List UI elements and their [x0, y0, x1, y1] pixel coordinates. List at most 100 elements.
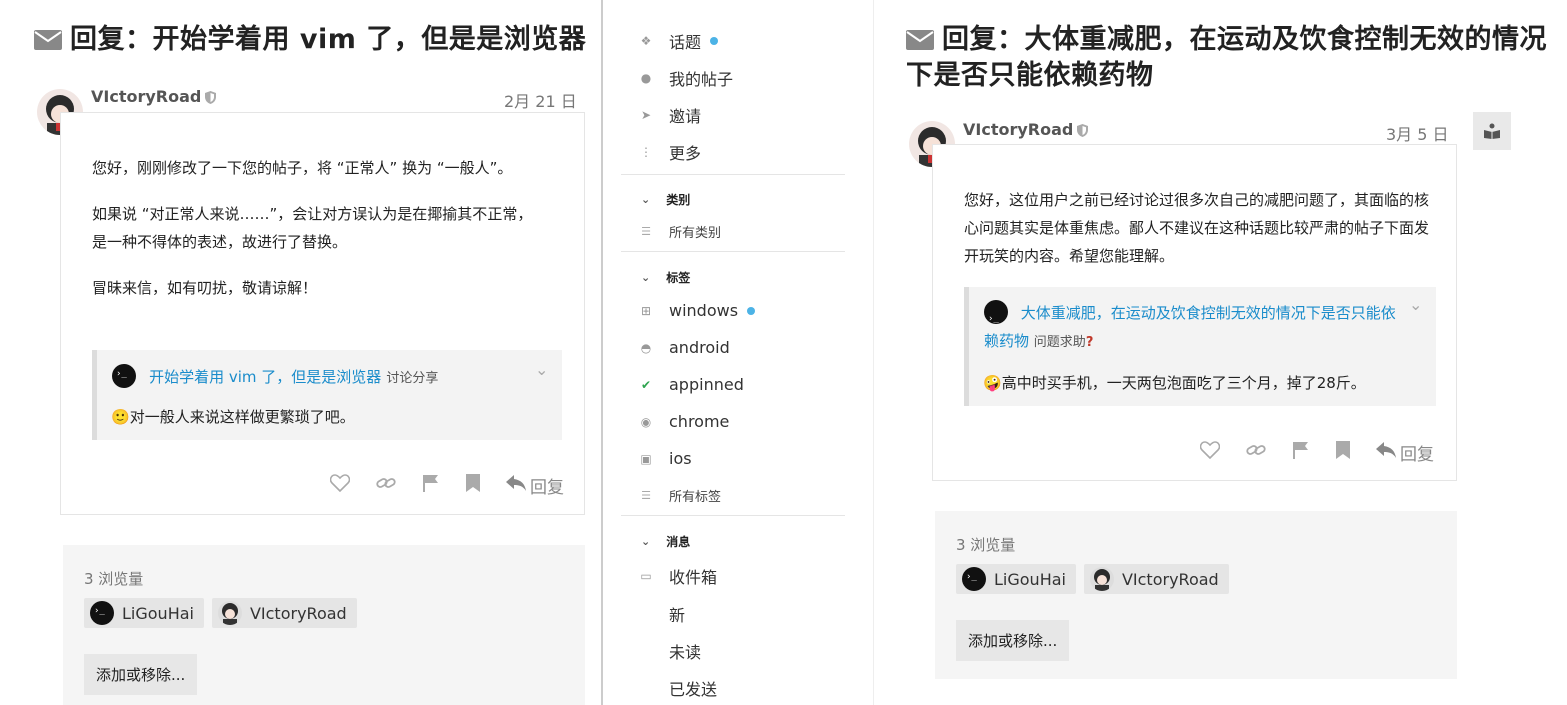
- quote-text: 🤪高中时买手机，一天两包泡面吃了三个月，掉了28斤。: [983, 374, 1366, 392]
- heart-icon[interactable]: [329, 474, 351, 497]
- shield-icon: [1077, 122, 1089, 141]
- section-header-tags[interactable]: ⌄ 标签: [641, 269, 690, 286]
- user-icon: ●: [640, 71, 652, 85]
- participant-chip[interactable]: VIctoryRoad: [211, 598, 357, 628]
- sidebar-item-all-tags[interactable]: ☰ 所有标签: [639, 486, 721, 505]
- envelope-icon: [906, 25, 934, 59]
- avatar: [1089, 567, 1114, 591]
- quote-category[interactable]: 问题求助?: [1034, 335, 1094, 350]
- sidebar-item-tag-windows[interactable]: ⊞ windows: [639, 301, 756, 320]
- view-count: 3 浏览量: [84, 570, 144, 588]
- post-stats-panel: 3 浏览量 LiGouHai VIctoryRoad 添加或移除...: [935, 511, 1457, 679]
- bookmark-icon[interactable]: [1336, 441, 1350, 464]
- sidebar-item-tag-appinned[interactable]: ✔ appinned: [639, 375, 744, 394]
- list-icon: ☰: [641, 489, 651, 502]
- inbox-icon: ▭: [640, 569, 652, 583]
- quote-text: 🙂对一般人来说这样做更繁琐了吧。: [111, 408, 355, 426]
- sidebar-item-more[interactable]: ⋮ 更多: [639, 140, 701, 164]
- right-title: 回复：大体重减肥，在运动及饮食控制无效的情况 下是否只能依赖药物: [906, 24, 1547, 91]
- heart-icon[interactable]: [1199, 441, 1221, 464]
- username[interactable]: VIctoryRoad: [91, 87, 217, 108]
- participant-chip[interactable]: LiGouHai: [956, 564, 1076, 594]
- paragraph: 冒昧来信，如有叨扰，敬请谅解！: [92, 279, 318, 297]
- quote-category[interactable]: 讨论分享: [386, 371, 438, 386]
- sidebar-item-inbox[interactable]: ▭ 收件箱: [639, 564, 717, 588]
- sidebar: ❖ 话题 ● 我的帖子 ➤ 邀请 ⋮ 更多 ⌄ 类别 ☰ 所有类别 ⌄ 标签 ⊞ windows…: [601, 0, 874, 705]
- sidebar-item-topics[interactable]: ❖ 话题: [639, 29, 719, 53]
- reply-icon: [506, 475, 526, 496]
- unread-dot: [747, 306, 756, 315]
- post-actions: 回复: [329, 473, 564, 498]
- link-icon[interactable]: [376, 475, 396, 496]
- avatar: [217, 601, 242, 625]
- post-body: 您好，刚刚修改了一下您的帖子，将 “正常人” 换为 “一般人”。 如果说 “对正…: [92, 154, 542, 320]
- post-card: 您好，这位用户之前已经讨论过很多次自己的减肥问题了，其面临的核心问题其实是体重焦…: [932, 144, 1457, 481]
- sidebar-item-invite[interactable]: ➤ 邀请: [639, 103, 701, 127]
- layers-icon: ❖: [640, 34, 652, 48]
- divider: [621, 515, 845, 516]
- quote-block: 开始学着用 vim 了，但是是浏览器 讨论分享 ⌄ 🙂对一般人来说这样做更繁琐了…: [92, 350, 562, 440]
- participant-list: LiGouHai VIctoryRoad: [956, 564, 1229, 594]
- send-icon: ➤: [640, 108, 652, 122]
- quote-avatar[interactable]: [112, 364, 136, 388]
- post-date[interactable]: 3月 5 日: [1386, 121, 1449, 145]
- reply-icon: [1376, 442, 1396, 463]
- bookmark-icon[interactable]: [466, 474, 480, 497]
- divider: [621, 251, 845, 252]
- paragraph: 如果说 “对正常人来说……”，会让对方误认为是在揶揄其不正常，是一种不得体的表述…: [92, 205, 533, 251]
- sidebar-item-my-posts[interactable]: ● 我的帖子: [639, 66, 733, 90]
- post-date[interactable]: 2月 21 日: [504, 88, 577, 112]
- chevron-down-icon: ⌄: [641, 193, 651, 206]
- sidebar-item-tag-chrome[interactable]: ◉ chrome: [639, 412, 730, 431]
- left-title: 回复：开始学着用 vim 了，但是是浏览器: [34, 23, 586, 59]
- sidebar-item-tag-ios[interactable]: ▣ ios: [639, 449, 691, 468]
- add-remove-button[interactable]: 添加或移除...: [84, 654, 198, 695]
- username[interactable]: VIctoryRoad: [963, 120, 1089, 141]
- sidebar-item-unread[interactable]: 未读: [669, 639, 701, 663]
- chrome-icon: ◉: [640, 414, 652, 429]
- sidebar-item-sent[interactable]: 已发送: [669, 676, 717, 700]
- flag-icon[interactable]: [1292, 441, 1310, 464]
- emoji-icon: 🙂: [111, 408, 130, 426]
- question-icon: ?: [1085, 335, 1094, 350]
- sidebar-item-tag-android[interactable]: ◓ android: [639, 338, 730, 357]
- sidebar-item-new[interactable]: 新: [669, 602, 685, 626]
- book-icon[interactable]: [1473, 112, 1511, 150]
- section-header-categories[interactable]: ⌄ 类别: [641, 191, 690, 208]
- post-card: 您好，刚刚修改了一下您的帖子，将 “正常人” 换为 “一般人”。 如果说 “对正…: [60, 112, 585, 515]
- paragraph: 您好，刚刚修改了一下您的帖子，将 “正常人” 换为 “一般人”。: [92, 159, 513, 177]
- avatar: [90, 601, 114, 625]
- add-remove-button[interactable]: 添加或移除...: [956, 620, 1070, 661]
- chevron-down-icon[interactable]: ⌄: [535, 360, 548, 379]
- reply-button[interactable]: 回复: [1376, 440, 1434, 465]
- quote-block: 大体重减肥，在运动及饮食控制无效的情况下是否只能依赖药物 问题求助? ⌄ 🤪高中…: [964, 287, 1436, 406]
- post-body: 您好，这位用户之前已经讨论过很多次自己的减肥问题了，其面临的核心问题其实是体重焦…: [964, 191, 1430, 265]
- sidebar-item-all-categories[interactable]: ☰ 所有类别: [639, 222, 721, 241]
- quote-title-link[interactable]: 开始学着用 vim 了，但是是浏览器: [149, 368, 381, 386]
- quote-avatar[interactable]: [984, 300, 1008, 333]
- flag-icon[interactable]: [422, 474, 440, 497]
- participant-chip[interactable]: VIctoryRoad: [1083, 564, 1229, 594]
- chevron-down-icon: ⌄: [641, 271, 651, 284]
- view-count: 3 浏览量: [956, 536, 1016, 554]
- post-stats-panel: 3 浏览量 LiGouHai VIctoryRoad 添加或移除...: [63, 545, 585, 705]
- unread-dot: [710, 37, 719, 45]
- chevron-down-icon[interactable]: ⌄: [1409, 295, 1422, 314]
- divider: [621, 174, 845, 175]
- avatar: [962, 567, 986, 591]
- link-icon[interactable]: [1246, 442, 1266, 463]
- section-header-messages[interactable]: ⌄ 消息: [641, 533, 690, 550]
- android-icon: ◓: [640, 340, 652, 355]
- chevron-down-icon: ⌄: [641, 535, 651, 548]
- emoji-icon: 🤪: [983, 374, 1002, 392]
- shield-icon: [205, 89, 217, 108]
- post-actions: 回复: [1199, 440, 1434, 465]
- list-icon: ☰: [641, 225, 651, 238]
- envelope-icon: [34, 25, 62, 59]
- reply-button[interactable]: 回复: [506, 473, 564, 498]
- more-icon: ⋮: [640, 145, 652, 159]
- participant-chip[interactable]: LiGouHai: [84, 598, 204, 628]
- check-icon: ✔: [640, 377, 652, 392]
- participant-list: LiGouHai VIctoryRoad: [84, 598, 357, 628]
- windows-icon: ⊞: [640, 303, 652, 318]
